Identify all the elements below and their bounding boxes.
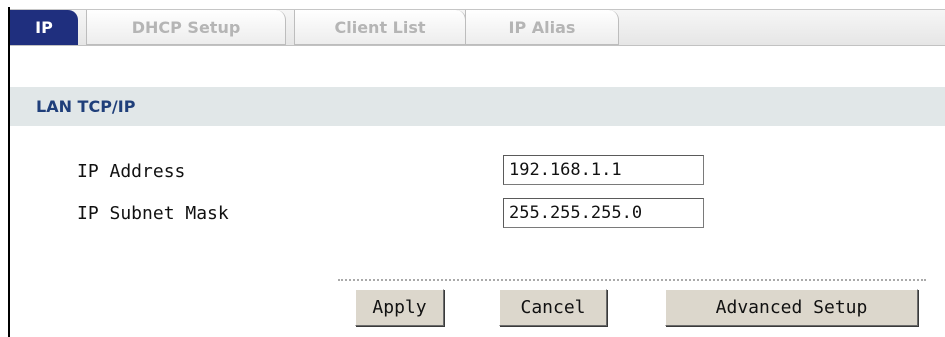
tab-dhcp-setup[interactable]: DHCP Setup — [86, 10, 286, 45]
subnet-mask-input[interactable] — [503, 198, 704, 228]
tab-ip-alias[interactable]: IP Alias — [465, 10, 619, 45]
section-title: LAN TCP/IP — [36, 97, 136, 116]
ip-address-input[interactable] — [503, 155, 704, 185]
tab-ip[interactable]: IP — [10, 10, 78, 45]
subnet-mask-label: IP Subnet Mask — [77, 203, 229, 224]
frame-border — [8, 7, 10, 337]
lan-ip-settings-page: IP DHCP Setup Client List IP Alias LAN T… — [0, 0, 945, 337]
apply-button[interactable]: Apply — [355, 289, 444, 326]
tab-bar: IP DHCP Setup Client List IP Alias — [10, 9, 945, 46]
tab-client-list[interactable]: Client List — [294, 10, 466, 45]
ip-address-label: IP Address — [77, 161, 186, 182]
cancel-button[interactable]: Cancel — [499, 289, 607, 326]
section-header: LAN TCP/IP — [10, 87, 945, 126]
advanced-setup-button[interactable]: Advanced Setup — [665, 289, 918, 326]
button-divider — [338, 279, 926, 281]
